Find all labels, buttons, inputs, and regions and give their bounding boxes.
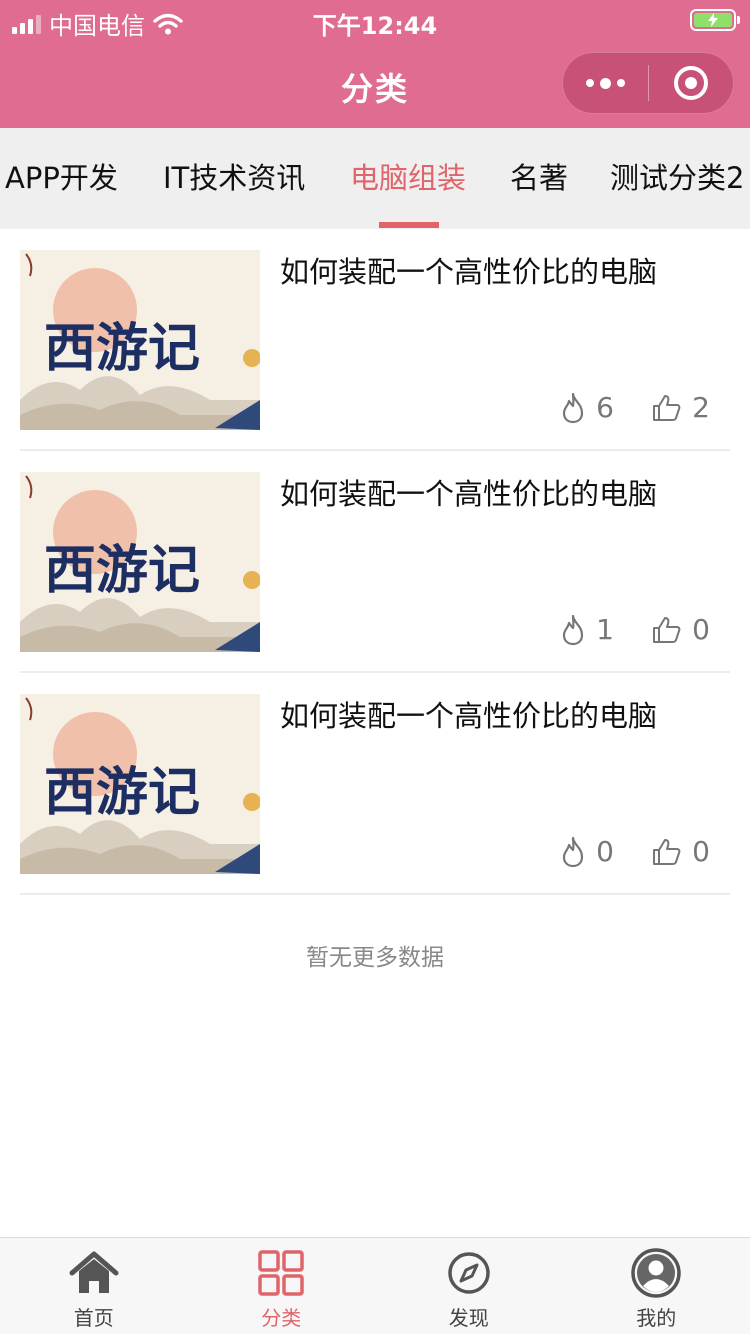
miniprogram-capsule — [562, 52, 734, 114]
thumb-title: 西游记 — [44, 542, 200, 600]
likes-count: 0 — [692, 835, 710, 868]
tabbar-label: 我的 — [636, 1306, 677, 1330]
grid-icon — [255, 1248, 307, 1298]
likes-stat[interactable]: 2 — [652, 391, 710, 424]
battery-icon — [690, 9, 740, 31]
views-stat: 1 — [560, 613, 614, 646]
views-stat: 6 — [560, 391, 614, 424]
likes-count: 2 — [692, 391, 710, 424]
tab-test-category-2[interactable]: 测试分类2 — [610, 128, 744, 229]
tabbar-item-mine[interactable]: 我的 — [563, 1238, 750, 1334]
article-thumbnail: 西游记 — [20, 250, 260, 430]
target-icon — [673, 66, 708, 100]
thumb-title: 西游记 — [44, 320, 200, 378]
tab-it-news[interactable]: IT技术资讯 — [163, 128, 305, 229]
article-thumbnail: 西游记 — [20, 694, 260, 874]
bottom-tab-bar: 首页 分类 发现 我的 — [0, 1237, 750, 1334]
tabbar-label: 首页 — [73, 1306, 114, 1330]
no-more-data-hint: 暂无更多数据 — [306, 945, 444, 971]
more-dots-icon — [585, 77, 625, 89]
views-count: 1 — [596, 613, 614, 646]
tab-app-dev[interactable]: APP开发 — [5, 128, 118, 229]
fire-icon — [563, 836, 584, 867]
article-title: 如何装配一个高性价比的电脑 — [280, 477, 658, 511]
article-title: 如何装配一个高性价比的电脑 — [280, 255, 658, 289]
article-title: 如何装配一个高性价比的电脑 — [280, 699, 658, 733]
views-count: 0 — [596, 835, 614, 868]
article-thumbnail: 西游记 — [20, 472, 260, 652]
tabbar-item-category[interactable]: 分类 — [188, 1238, 376, 1334]
status-bar: 中国电信 下午12:44 — [0, 0, 750, 42]
thumb-title: 西游记 — [44, 764, 200, 822]
likes-stat[interactable]: 0 — [652, 613, 710, 646]
list-item[interactable]: 西游记 如何装配一个高性价比的电脑 1 0 — [20, 451, 730, 673]
active-tab-indicator — [379, 222, 439, 228]
close-miniprogram-button[interactable] — [649, 53, 734, 113]
tabbar-item-discover[interactable]: 发现 — [375, 1238, 563, 1334]
more-button[interactable] — [563, 53, 648, 113]
tab-classics[interactable]: 名著 — [510, 128, 568, 229]
views-stat: 0 — [560, 835, 614, 868]
home-icon — [68, 1248, 120, 1298]
views-count: 6 — [596, 391, 614, 424]
tabbar-label: 分类 — [261, 1306, 302, 1330]
user-icon — [630, 1248, 682, 1298]
nav-bar: 分类 — [0, 42, 750, 128]
tab-pc-assembly[interactable]: 电脑组装 — [350, 128, 466, 229]
thumbs-up-icon — [653, 838, 681, 865]
status-time: 下午12:44 — [312, 12, 438, 40]
tabbar-label: 发现 — [448, 1306, 489, 1330]
likes-count: 0 — [692, 613, 710, 646]
list-item[interactable]: 西游记 如何装配一个高性价比的电脑 0 0 — [20, 673, 730, 895]
article-list: 西游记 如何装配一个高性价比的电脑 6 2 西游记 如何装配一个高性价比的电脑 … — [20, 229, 730, 895]
compass-icon — [443, 1248, 495, 1298]
tabbar-item-home[interactable]: 首页 — [0, 1238, 188, 1334]
fire-icon — [563, 614, 584, 645]
category-tabs: APP开发 IT技术资讯 电脑组装 名著 测试分类2 — [0, 128, 750, 229]
fire-icon — [563, 392, 584, 423]
thumbs-up-icon — [653, 616, 681, 643]
likes-stat[interactable]: 0 — [652, 835, 710, 868]
list-item[interactable]: 西游记 如何装配一个高性价比的电脑 6 2 — [20, 229, 730, 451]
thumbs-up-icon — [653, 394, 681, 421]
